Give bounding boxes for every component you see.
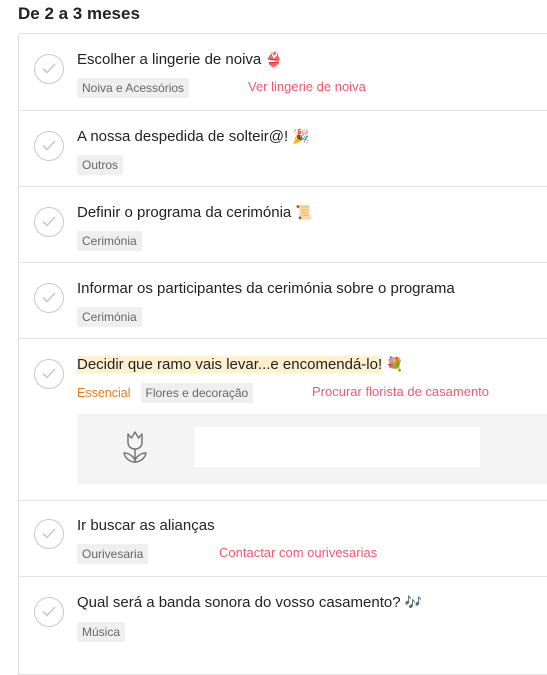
task-tags: Outros: [77, 155, 127, 175]
checkmark-icon: [42, 140, 56, 151]
task-row: Informar os participantes da cerimónia s…: [19, 262, 547, 339]
category-tag[interactable]: Flores e decoração: [140, 383, 254, 403]
music-notes-icon: 🎶: [404, 594, 422, 610]
essential-badge: Essencial: [77, 386, 131, 400]
task-tags: Música: [77, 622, 129, 642]
vendor-promo[interactable]: [77, 414, 547, 484]
task-title-text: Informar os participantes da cerimónia s…: [77, 280, 455, 297]
task-checkbox[interactable]: [34, 54, 64, 84]
task-row: A nossa despedida de solteir@! 🎉 Outros: [19, 110, 547, 187]
checkmark-icon: [42, 63, 56, 74]
task-title-text: Decidir que ramo vais levar...e encomend…: [77, 356, 383, 373]
section-title: De 2 a 3 meses: [18, 4, 140, 23]
task-title-text: Ir buscar as alianças: [77, 517, 215, 534]
task-row: Definir o programa da cerimónia 📜 Cerimón…: [19, 186, 547, 263]
task-tags: Cerimónia: [77, 307, 146, 327]
tulip-icon: [123, 431, 147, 463]
vendor-link[interactable]: Procurar florista de casamento: [312, 384, 489, 399]
task-title[interactable]: Ir buscar as alianças: [77, 517, 215, 534]
party-popper-icon: 🎉: [292, 128, 310, 144]
checkmark-icon: [42, 528, 56, 539]
task-title-text: Escolher a lingerie de noiva: [77, 51, 262, 68]
task-title[interactable]: Definir o programa da cerimónia 📜: [77, 204, 313, 221]
task-tags: Essencial Flores e decoração: [77, 383, 257, 403]
lingerie-icon: 👙: [265, 51, 283, 67]
checkmark-icon: [42, 216, 56, 227]
category-tag[interactable]: Outros: [77, 155, 124, 175]
task-title-text: Qual será a banda sonora do vosso casame…: [77, 594, 401, 611]
task-checkbox[interactable]: [34, 207, 64, 237]
task-title[interactable]: Qual será a banda sonora do vosso casame…: [77, 594, 422, 611]
category-tag[interactable]: Ourivesaria: [77, 544, 149, 564]
task-tags: Cerimónia: [77, 231, 146, 251]
task-checkbox[interactable]: [34, 131, 64, 161]
task-row: Escolher a lingerie de noiva 👙 Noiva e Ac…: [19, 34, 547, 110]
checkmark-icon: [42, 368, 56, 379]
task-tags: Ourivesaria: [77, 544, 152, 564]
task-checkbox[interactable]: [34, 519, 64, 549]
checkmark-icon: [42, 606, 56, 617]
checkmark-icon: [42, 292, 56, 303]
task-checkbox[interactable]: [34, 597, 64, 627]
task-row: Qual será a banda sonora do vosso casame…: [19, 576, 547, 653]
task-title[interactable]: A nossa despedida de solteir@! 🎉: [77, 128, 310, 145]
task-title-text: Definir o programa da cerimónia: [77, 204, 292, 221]
category-tag[interactable]: Cerimónia: [77, 307, 142, 327]
task-checkbox[interactable]: [34, 283, 64, 313]
category-tag[interactable]: Noiva e Acessórios: [77, 78, 190, 98]
vendor-link[interactable]: Contactar com ourivesarias: [219, 545, 377, 560]
task-title-text: A nossa despedida de solteir@!: [77, 128, 289, 145]
task-row: Ir buscar as alianças Ourivesaria Contac…: [19, 500, 547, 577]
task-checkbox[interactable]: [34, 359, 64, 389]
scroll-icon: 📜: [295, 204, 313, 220]
category-tag[interactable]: Cerimónia: [77, 231, 142, 251]
vendor-link[interactable]: Ver lingerie de noiva: [248, 79, 366, 94]
task-tags: Noiva e Acessórios: [77, 78, 193, 98]
task-list: Escolher a lingerie de noiva 👙 Noiva e Ac…: [18, 33, 547, 675]
category-tag[interactable]: Música: [77, 622, 126, 642]
bouquet-icon: 💐: [386, 356, 404, 372]
task-title[interactable]: Decidir que ramo vais levar...e encomend…: [77, 356, 404, 373]
task-title[interactable]: Escolher a lingerie de noiva 👙: [77, 51, 283, 68]
promo-placeholder: [195, 427, 480, 467]
task-row: Decidir que ramo vais levar...e encomend…: [19, 338, 547, 501]
task-title[interactable]: Informar os participantes da cerimónia s…: [77, 280, 455, 297]
